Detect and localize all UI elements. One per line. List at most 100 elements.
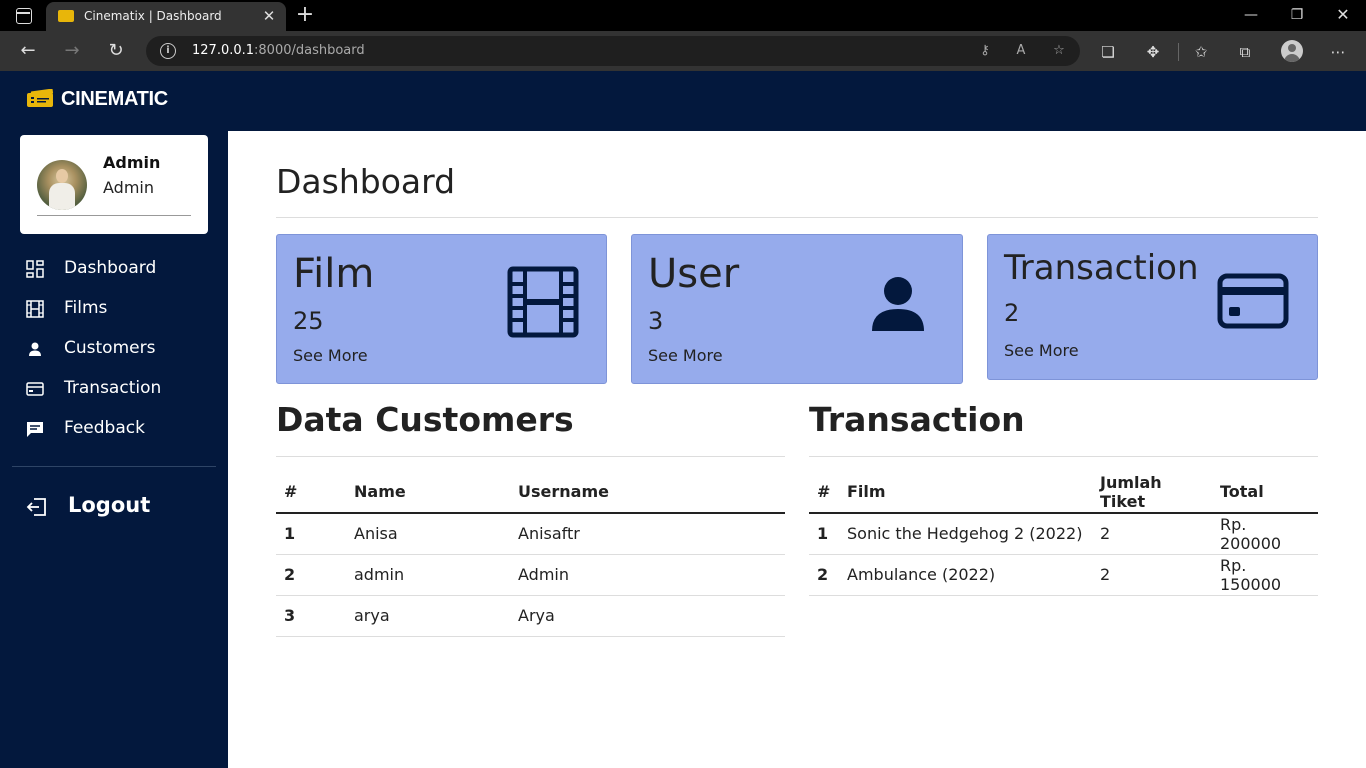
logout-button[interactable]: Logout — [26, 492, 216, 522]
customers-section-divider — [276, 456, 785, 457]
column-header[interactable]: Total — [1212, 471, 1318, 514]
table-cell: Anisaftr — [510, 513, 785, 555]
profile-avatar-icon[interactable] — [1281, 40, 1303, 62]
stat-value: 3 — [648, 307, 664, 335]
film-icon — [26, 300, 44, 318]
favorites-icon[interactable]: ✩ — [1190, 41, 1212, 63]
forward-arrow-icon[interactable]: → — [60, 39, 84, 63]
table-cell: Rp. 200000 — [1212, 513, 1318, 555]
profile-name: Admin — [103, 153, 161, 172]
favicon-icon — [58, 10, 74, 22]
stat-title: Transaction — [1004, 248, 1199, 288]
film-icon — [507, 266, 579, 338]
browser-tab-bar: Cinematix | Dashboard ✕ + — ❐ ✕ — [0, 0, 1366, 31]
transactions-section-divider — [809, 456, 1318, 457]
stat-card-transaction[interactable]: Transaction 2 See More — [987, 234, 1318, 380]
browser-toolbar: ← → ↻ i 127.0.0.1:8000/dashboard ⚷ A ☆ ❏… — [0, 31, 1366, 71]
table-cell: 2 — [809, 554, 839, 596]
logout-label: Logout — [68, 493, 151, 517]
column-header[interactable]: Film — [839, 471, 1092, 514]
stat-title: Film — [293, 251, 375, 297]
close-tab-icon[interactable]: ✕ — [260, 7, 278, 25]
table-cell: 1 — [809, 513, 839, 555]
customers-table: # Name Username 1 Anisa Anisaftr 2 admin… — [276, 471, 785, 637]
table-cell: Sonic the Hedgehog 2 (2022) — [839, 513, 1092, 555]
avatar — [37, 160, 87, 210]
favorite-star-icon[interactable]: ☆ — [1050, 42, 1068, 60]
grid-icon — [26, 260, 44, 278]
read-aloud-icon[interactable]: A — [1012, 42, 1030, 60]
table-row[interactable]: 1 Anisa Anisaftr — [276, 513, 785, 555]
card-icon — [26, 382, 44, 396]
table-cell: Arya — [510, 595, 785, 637]
sidebar-item-label: Customers — [64, 338, 156, 358]
sidebar-item-label: Transaction — [64, 378, 162, 398]
stat-value: 25 — [293, 307, 324, 335]
column-header[interactable]: Jumlah Tiket — [1092, 471, 1212, 514]
table-cell: Ambulance (2022) — [839, 554, 1092, 596]
browser-tab[interactable]: Cinematix | Dashboard ✕ — [46, 2, 286, 31]
see-more-link[interactable]: See More — [293, 346, 368, 365]
main-content — [228, 131, 1366, 768]
tab-groups-icon[interactable]: ⧉ — [1234, 41, 1256, 63]
app-logo-text[interactable]: CINEMATIC — [61, 88, 168, 111]
feedback-icon — [27, 422, 43, 437]
column-header[interactable]: Username — [510, 471, 785, 514]
table-header-row: # Name Username — [276, 471, 785, 514]
logout-icon — [26, 498, 46, 516]
tab-actions-icon[interactable] — [16, 8, 32, 24]
more-menu-icon[interactable]: ⋯ — [1327, 41, 1349, 63]
column-header[interactable]: Name — [346, 471, 510, 514]
table-cell: 3 — [276, 595, 346, 637]
sidebar-item-label: Dashboard — [64, 258, 157, 278]
minimize-icon[interactable]: — — [1236, 5, 1266, 25]
new-tab-icon[interactable]: + — [294, 3, 316, 27]
transactions-section-title: Transaction — [809, 400, 1025, 439]
title-divider — [276, 217, 1318, 218]
sidebar-item-transaction[interactable]: Transaction — [26, 377, 216, 401]
toolbar-divider — [1178, 43, 1179, 61]
key-icon[interactable]: ⚷ — [976, 42, 994, 60]
profile-role: Admin — [103, 178, 154, 197]
stat-card-user[interactable]: User 3 See More — [631, 234, 963, 384]
sidebar-item-films[interactable]: Films — [26, 297, 216, 321]
table-cell: 2 — [1092, 554, 1212, 596]
ticket-logo-icon — [27, 89, 54, 107]
url-text[interactable]: 127.0.0.1:8000/dashboard — [192, 43, 365, 58]
sidebar-item-label: Feedback — [64, 418, 145, 438]
collections-icon[interactable]: ❏ — [1097, 41, 1119, 63]
sidebar-item-feedback[interactable]: Feedback — [26, 417, 216, 441]
window-close-icon[interactable]: ✕ — [1328, 5, 1358, 25]
address-bar[interactable]: i 127.0.0.1:8000/dashboard ⚷ A ☆ — [146, 36, 1080, 66]
sidebar-item-customers[interactable]: Customers — [26, 337, 216, 361]
table-cell: 2 — [276, 554, 346, 596]
profile-card: Admin Admin — [20, 135, 208, 234]
table-row[interactable]: 3 arya Arya — [276, 595, 785, 637]
stat-card-film[interactable]: Film 25 See More — [276, 234, 607, 384]
table-cell: 2 — [1092, 513, 1212, 555]
stat-title: User — [648, 251, 740, 297]
table-cell: Anisa — [346, 513, 510, 555]
user-icon — [872, 277, 924, 331]
column-header[interactable]: # — [276, 471, 346, 514]
customers-section-title: Data Customers — [276, 400, 574, 439]
table-row[interactable]: 2 Ambulance (2022) 2 Rp. 150000 — [809, 554, 1318, 596]
sidebar-item-dashboard[interactable]: Dashboard — [26, 257, 216, 281]
transactions-table: # Film Jumlah Tiket Total 1 Sonic the He… — [809, 471, 1318, 596]
table-row[interactable]: 2 admin Admin — [276, 554, 785, 596]
site-info-icon[interactable]: i — [160, 43, 176, 59]
restore-icon[interactable]: ❐ — [1282, 5, 1312, 25]
table-cell: arya — [346, 595, 510, 637]
table-cell: Rp. 150000 — [1212, 554, 1318, 596]
page-title: Dashboard — [276, 162, 456, 201]
sidebar-divider — [12, 466, 216, 467]
extensions-icon[interactable]: ✥ — [1142, 41, 1164, 63]
stat-value: 2 — [1004, 299, 1020, 327]
see-more-link[interactable]: See More — [1004, 341, 1079, 360]
see-more-link[interactable]: See More — [648, 346, 723, 365]
reload-icon[interactable]: ↻ — [104, 39, 128, 63]
back-arrow-icon[interactable]: ← — [16, 39, 40, 63]
credit-card-icon — [1217, 273, 1289, 329]
column-header[interactable]: # — [809, 471, 839, 514]
table-row[interactable]: 1 Sonic the Hedgehog 2 (2022) 2 Rp. 2000… — [809, 513, 1318, 555]
